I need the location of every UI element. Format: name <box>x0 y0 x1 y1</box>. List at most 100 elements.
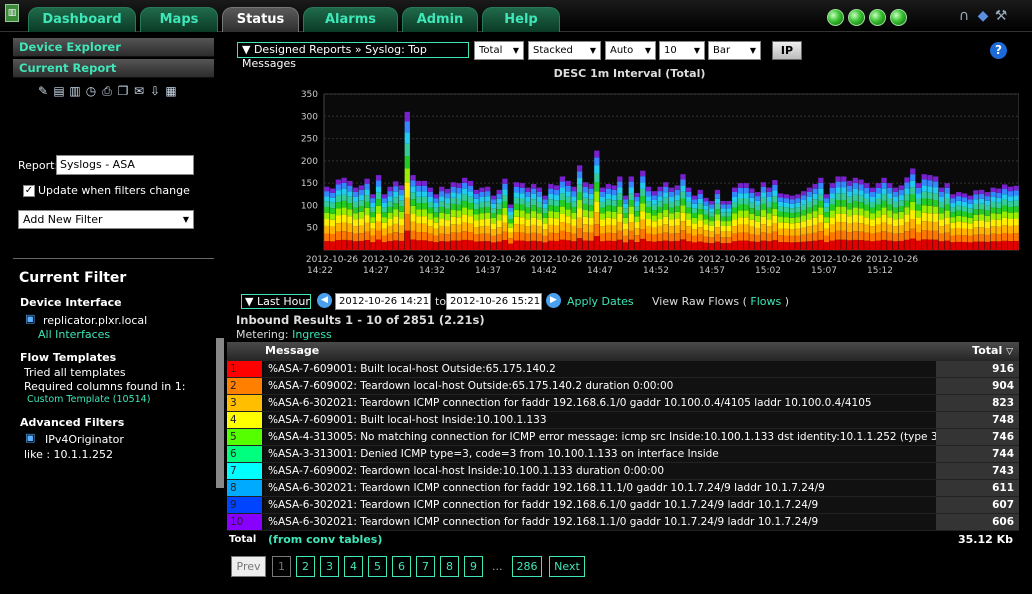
prev-page-button[interactable]: Prev <box>231 556 266 577</box>
tab-admin[interactable]: Admin <box>402 7 478 32</box>
page-8-button[interactable]: 8 <box>440 556 459 577</box>
edit-icon[interactable]: ✎ <box>35 83 51 99</box>
email-icon[interactable]: ✉ <box>131 83 147 99</box>
bar-segment <box>393 216 399 224</box>
message-cell[interactable]: %ASA-3-313001: Denied ICMP type=3, code=… <box>264 446 936 462</box>
page-9-button[interactable]: 9 <box>464 556 483 577</box>
table-row[interactable]: 2 %ASA-7-609002: Teardown local-host Outs… <box>227 378 1019 395</box>
tab-maps[interactable]: Maps <box>140 7 218 32</box>
bar-segment <box>571 233 577 242</box>
network-icon[interactable]: ◆ <box>975 8 991 24</box>
table-row[interactable]: 5 %ASA-4-313005: No matching connection f… <box>227 429 1019 446</box>
current-report-header[interactable]: Current Report <box>13 59 214 78</box>
tools-icon[interactable]: ⚒ <box>993 8 1009 24</box>
page-7-button[interactable]: 7 <box>416 556 435 577</box>
message-cell[interactable]: %ASA-7-609001: Built local-host Inside:1… <box>264 412 936 428</box>
prev-range-icon[interactable]: ◀ <box>317 293 332 308</box>
table-row[interactable]: 4 %ASA-7-609001: Built local-host Inside:… <box>227 412 1019 429</box>
bar-segment <box>594 165 600 174</box>
metering-link[interactable]: Ingress <box>292 328 332 341</box>
page-4-button[interactable]: 4 <box>344 556 363 577</box>
add-filter-select[interactable]: Add New Filter ▼ <box>18 210 194 229</box>
next-page-button[interactable]: Next <box>549 556 585 577</box>
tab-alarms[interactable]: Alarms <box>303 7 398 32</box>
app-logo-icon[interactable]: ▥ <box>5 4 19 22</box>
metric-select[interactable]: Total ▼ <box>474 41 524 60</box>
col-total-header[interactable]: Total ▽ <box>972 344 1013 357</box>
message-cell[interactable]: %ASA-6-302021: Teardown ICMP connection … <box>264 514 936 530</box>
table-row[interactable]: 9 %ASA-6-302021: Teardown ICMP connection… <box>227 497 1019 514</box>
headset-icon[interactable]: ∩ <box>956 8 972 24</box>
bar-segment <box>335 231 342 241</box>
interval-select[interactable]: Auto ▼ <box>605 41 656 60</box>
bar-segment <box>732 241 738 250</box>
page-1-button[interactable]: 1 <box>272 556 291 577</box>
help-icon[interactable]: ? <box>990 42 1007 59</box>
next-range-icon[interactable]: ▶ <box>546 293 561 308</box>
bar-segment <box>979 209 985 215</box>
start-date-input[interactable]: 2012-10-26 14:21 <box>335 293 431 310</box>
checkbox-checked-icon[interactable]: ✓ <box>23 185 35 197</box>
message-cell[interactable]: %ASA-6-302021: Teardown ICMP connection … <box>264 395 936 411</box>
chart-type-select[interactable]: Bar ▼ <box>708 41 761 60</box>
save-as-icon[interactable]: ▥ <box>67 83 83 99</box>
message-cell[interactable]: %ASA-7-609002: Teardown local-host Outsi… <box>264 378 936 394</box>
adv-filter-name[interactable]: IPv4Originator <box>45 433 124 446</box>
page-3-button[interactable]: 3 <box>320 556 339 577</box>
page-2-button[interactable]: 2 <box>296 556 315 577</box>
bar-segment <box>553 206 560 212</box>
stack-select[interactable]: Stacked ▼ <box>528 41 601 60</box>
status-dot-icon[interactable] <box>890 9 907 26</box>
bar-segment <box>898 195 904 201</box>
page-6-button[interactable]: 6 <box>392 556 411 577</box>
message-cell[interactable]: %ASA-7-609002: Teardown local-host Insid… <box>264 463 936 479</box>
bar-segment <box>783 194 790 199</box>
status-dot-icon[interactable] <box>848 9 865 26</box>
report-breadcrumb[interactable]: ▼ Designed Reports » Syslog: Top Message… <box>237 42 469 70</box>
panel-splitter[interactable] <box>216 338 224 488</box>
bar-segment <box>927 192 933 200</box>
pdf-icon[interactable]: ▦ <box>163 83 179 99</box>
table-row[interactable]: 1 %ASA-7-609001: Built local-host Outside… <box>227 361 1019 378</box>
copy-icon[interactable]: ❐ <box>115 83 131 99</box>
bar-segment <box>898 240 904 250</box>
table-row[interactable]: 10 %ASA-6-302021: Teardown ICMP connectio… <box>227 514 1019 531</box>
update-filters-checkbox[interactable]: ✓ Update when filters change <box>23 184 190 197</box>
count-select[interactable]: 10 ▼ <box>659 41 705 60</box>
tab-help[interactable]: Help <box>482 7 560 32</box>
table-row[interactable]: 7 %ASA-7-609002: Teardown local-host Insi… <box>227 463 1019 480</box>
device-name[interactable]: replicator.plxr.local <box>43 314 147 327</box>
print-icon[interactable]: ⎙ <box>99 83 115 99</box>
bar-segment <box>427 219 433 227</box>
bar-segment <box>410 175 416 181</box>
end-date-input[interactable]: 2012-10-26 15:21 <box>446 293 542 310</box>
tab-status[interactable]: Status <box>222 7 299 32</box>
bar-segment <box>651 204 657 210</box>
tab-dashboard[interactable]: Dashboard <box>28 7 136 32</box>
message-cell[interactable]: %ASA-6-302021: Teardown ICMP connection … <box>264 497 936 513</box>
device-explorer-header[interactable]: Device Explorer <box>13 38 214 57</box>
export-icon[interactable]: ⇩ <box>147 83 163 99</box>
table-row[interactable]: 6 %ASA-3-313001: Denied ICMP type=3, code… <box>227 446 1019 463</box>
message-cell[interactable]: %ASA-4-313005: No matching connection fo… <box>264 429 936 445</box>
table-row[interactable]: 8 %ASA-6-302021: Teardown ICMP connection… <box>227 480 1019 497</box>
schedule-icon[interactable]: ◷ <box>83 83 99 99</box>
status-dot-icon[interactable] <box>827 9 844 26</box>
custom-template-link[interactable]: Custom Template (10514) <box>27 394 150 405</box>
apply-dates-link[interactable]: Apply Dates <box>567 295 634 308</box>
message-cell[interactable]: %ASA-7-609001: Built local-host Outside:… <box>264 361 936 377</box>
col-message-header[interactable]: Message <box>265 344 319 357</box>
bar-segment <box>617 230 623 240</box>
status-dot-icon[interactable] <box>869 9 886 26</box>
bar-segment <box>904 188 910 195</box>
save-icon[interactable]: ▤ <box>51 83 67 99</box>
message-cell[interactable]: %ASA-6-302021: Teardown ICMP connection … <box>264 480 936 496</box>
flows-link[interactable]: Flows <box>750 295 781 308</box>
page-286-button[interactable]: 286 <box>512 556 542 577</box>
page-5-button[interactable]: 5 <box>368 556 387 577</box>
table-row[interactable]: 3 %ASA-6-302021: Teardown ICMP connection… <box>227 395 1019 412</box>
all-interfaces-link[interactable]: All Interfaces <box>38 328 110 341</box>
time-range-select[interactable]: ▼ Last Hour <box>241 294 311 309</box>
report-name-input[interactable]: Syslogs - ASA <box>56 155 194 175</box>
ip-button[interactable]: IP <box>772 41 802 60</box>
